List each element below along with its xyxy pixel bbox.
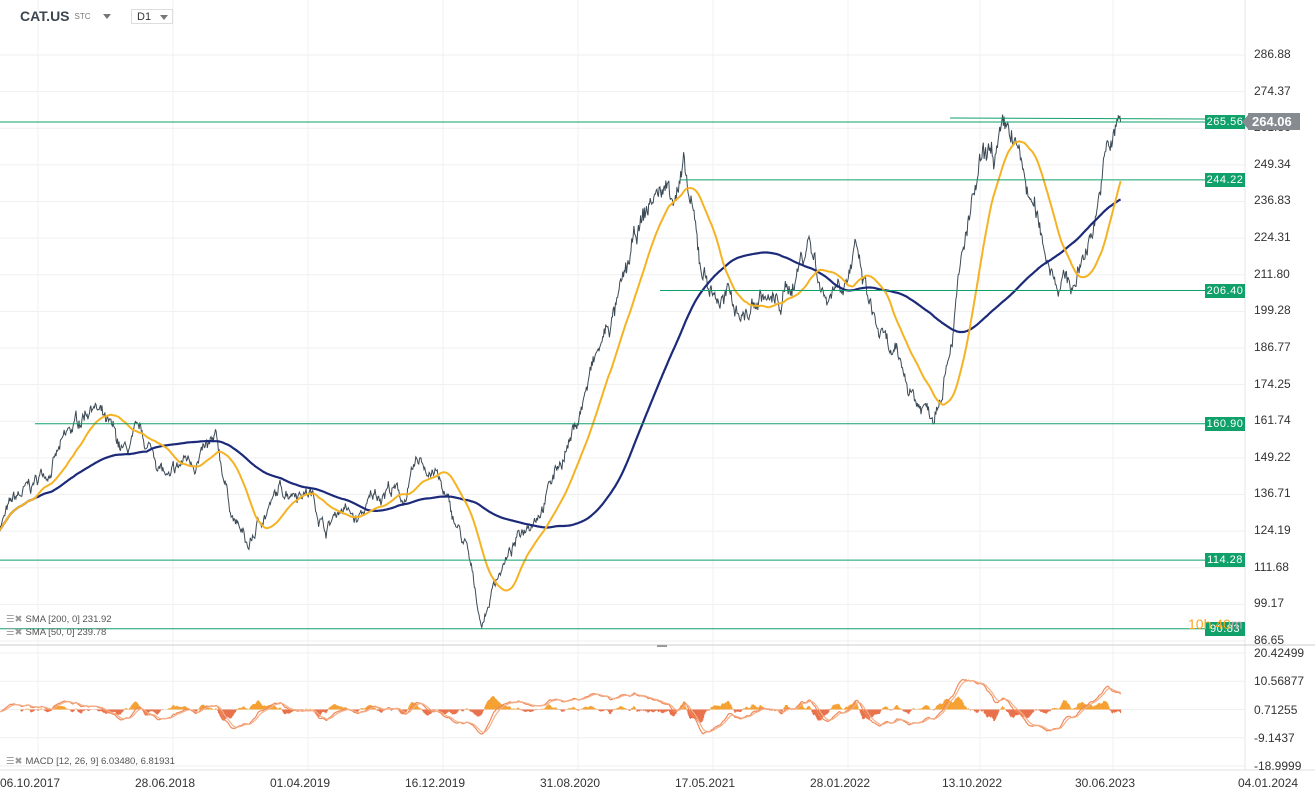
symbol-selector[interactable]: CAT.US STC xyxy=(20,8,111,24)
y-tick-label: 124.19 xyxy=(1254,523,1291,538)
settings-icon[interactable]: ☰✖ xyxy=(6,627,22,638)
y-tick-label: 186.77 xyxy=(1254,339,1291,354)
x-tick-label: 28.06.2018 xyxy=(135,776,196,790)
y-tick-label: 86.65 xyxy=(1254,633,1285,647)
legend-sma200[interactable]: ☰✖ SMA [200, 0] 231.92 xyxy=(6,614,112,625)
chevron-down-icon xyxy=(102,13,111,19)
y-tick-label: 174.25 xyxy=(1254,376,1291,391)
level-price-badge: 206.40 xyxy=(1205,283,1245,298)
y-tick-label: 286.88 xyxy=(1254,47,1291,61)
settings-icon[interactable]: ☰✖ xyxy=(6,614,22,625)
chart-canvas[interactable] xyxy=(0,0,1315,799)
legend-sma200-text: SMA [200, 0] 231.92 xyxy=(25,614,112,625)
y-tick-label: 236.83 xyxy=(1254,193,1291,208)
candle-countdown: 10h 40m xyxy=(1188,616,1243,632)
x-tick-label: 06.10.2017 xyxy=(0,776,61,790)
price-line xyxy=(0,114,1122,630)
legend-sma50-text: SMA [50, 0] 239.78 xyxy=(25,627,107,638)
countdown-minutes: 40 xyxy=(1215,616,1231,632)
chevron-down-icon xyxy=(160,15,168,20)
y-tick-label: 224.31 xyxy=(1254,230,1291,245)
settings-icon[interactable]: ☰✖ xyxy=(6,756,22,767)
macd-tick-label: 0.71255 xyxy=(1254,702,1298,717)
chart-window: CAT.USSTC D1 286.88274.37261.86249.34236… xyxy=(0,0,1315,799)
y-tick-label: 199.28 xyxy=(1254,303,1291,318)
timeframe-value: D1 xyxy=(137,10,152,23)
macd-tick-label: 10.56877 xyxy=(1254,674,1305,689)
macd-tick-label: 20.42499 xyxy=(1254,646,1305,660)
y-tick-label: 249.34 xyxy=(1254,156,1291,171)
y-tick-label: 211.80 xyxy=(1254,266,1290,281)
countdown-unit: m xyxy=(1230,616,1243,632)
y-tick-label: 99.17 xyxy=(1254,596,1285,611)
y-tick-label: 161.74 xyxy=(1254,413,1291,428)
x-tick-label: 30.06.2023 xyxy=(1075,776,1136,790)
countdown-hours: 10h xyxy=(1188,616,1212,632)
symbol-name: CAT.US xyxy=(20,8,70,24)
y-tick-label: 136.71 xyxy=(1254,486,1291,501)
x-tick-label: 28.01.2022 xyxy=(810,776,871,790)
x-tick-label: 04.01.2024 xyxy=(1238,776,1299,790)
x-tick-label: 17.05.2021 xyxy=(675,776,736,790)
level-price-badge: 244.22 xyxy=(1205,172,1245,187)
market-label: STC xyxy=(74,11,91,21)
x-tick-label: 01.04.2019 xyxy=(270,776,331,790)
level-price-badge: 160.90 xyxy=(1205,416,1245,431)
x-tick-label: 16.12.2019 xyxy=(405,776,466,790)
sma200-line xyxy=(0,198,1122,532)
y-tick-label: 274.37 xyxy=(1254,83,1291,98)
y-tick-label: 149.22 xyxy=(1254,449,1291,464)
macd-tick-label: -9.1437 xyxy=(1254,730,1295,745)
x-tick-label: 13.10.2022 xyxy=(942,776,1003,790)
x-tick-label: 31.08.2020 xyxy=(540,776,601,790)
macd-tick-label: -18.9999 xyxy=(1254,759,1302,773)
legend-macd[interactable]: ☰✖ MACD [12, 26, 9] 6.03480, 6.81931 xyxy=(6,756,175,767)
level-price-badge: 265.56 xyxy=(1205,115,1245,129)
legend-macd-text: MACD [12, 26, 9] 6.03480, 6.81931 xyxy=(25,756,175,767)
timeframe-select[interactable]: D1 xyxy=(131,9,173,24)
legend-sma50[interactable]: ☰✖ SMA [50, 0] 239.78 xyxy=(6,627,106,638)
y-tick-label: 111.68 xyxy=(1254,559,1289,574)
current-price-badge: 264.06 xyxy=(1242,113,1300,130)
level-price-badge: 114.28 xyxy=(1205,553,1245,568)
pane-resize-handle xyxy=(657,645,667,647)
sma50-line xyxy=(0,140,1122,592)
horizontal-level-line xyxy=(949,117,1206,120)
